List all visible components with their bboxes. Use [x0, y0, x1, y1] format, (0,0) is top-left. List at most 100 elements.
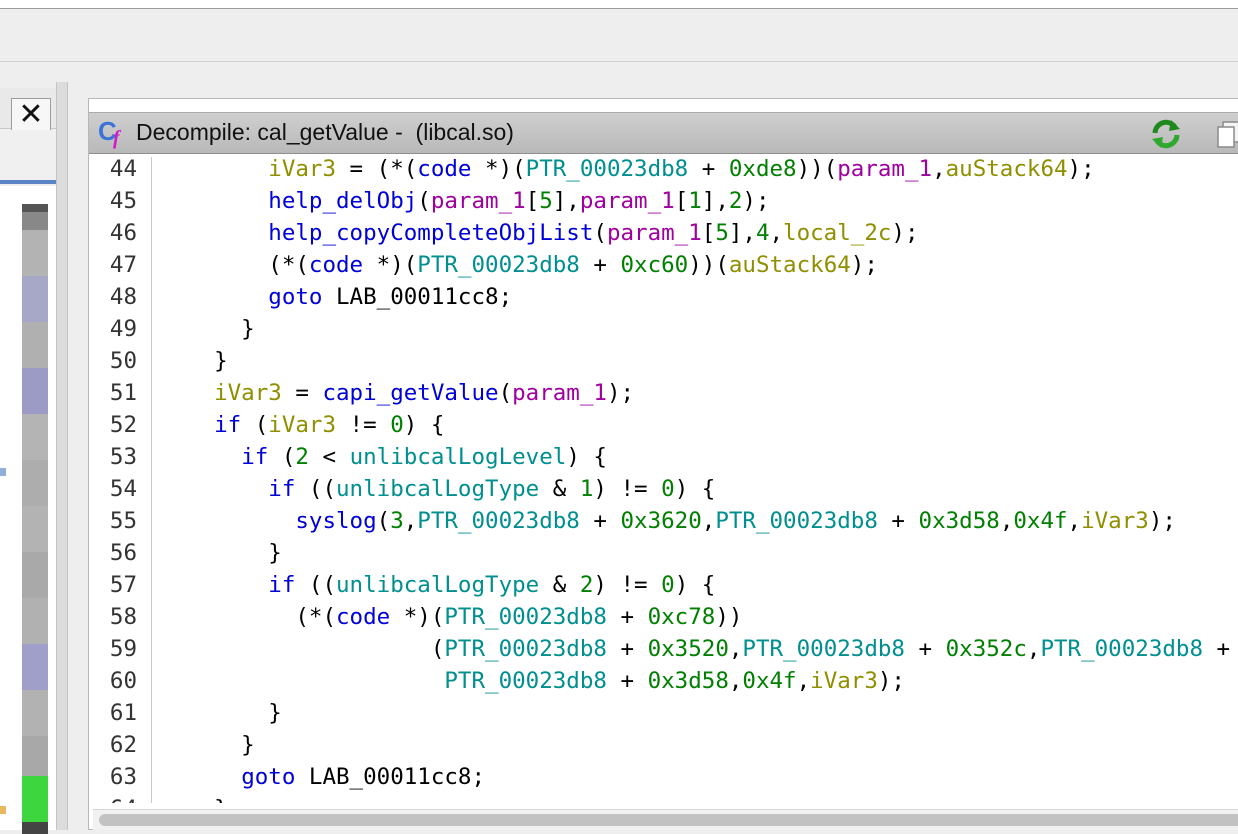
code-text[interactable]: help_delObj(param_1[5],param_1[1],2);: [187, 185, 769, 217]
overview-segment[interactable]: [22, 598, 48, 644]
code-token[interactable]: local_2c: [783, 220, 891, 246]
code-text[interactable]: }: [187, 313, 255, 345]
code-token[interactable]: ],: [702, 188, 729, 214]
snapshot-icon[interactable]: [1217, 121, 1238, 149]
code-token[interactable]: ,: [932, 157, 946, 182]
code-token[interactable]: ))(: [688, 252, 729, 278]
code-token[interactable]: ) !=: [593, 476, 661, 502]
code-token[interactable]: code: [417, 157, 471, 182]
code-token[interactable]: PTR_00023db8: [417, 508, 580, 534]
refresh-icon[interactable]: [1149, 117, 1183, 151]
code-token[interactable]: [187, 572, 268, 598]
code-token[interactable]: }: [187, 796, 228, 803]
code-token[interactable]: [187, 284, 268, 310]
code-token[interactable]: );: [1149, 508, 1176, 534]
code-token[interactable]: [187, 220, 268, 246]
code-token[interactable]: 2: [580, 572, 594, 598]
code-token[interactable]: capi_getValue: [322, 380, 498, 406]
code-token[interactable]: [: [526, 188, 540, 214]
code-token[interactable]: 0: [390, 412, 404, 438]
code-text[interactable]: if (2 < unlibcalLogLevel) {: [187, 441, 607, 473]
code-token[interactable]: PTR_00023db8: [444, 604, 607, 630]
code-token[interactable]: ],: [553, 188, 580, 214]
code-token[interactable]: 2: [729, 188, 743, 214]
code-token[interactable]: (: [241, 412, 269, 438]
panel-splitter[interactable]: [56, 82, 68, 830]
code-token[interactable]: 4: [756, 220, 770, 246]
code-token[interactable]: 0: [661, 572, 675, 598]
code-token[interactable]: PTR_00023db8: [417, 252, 580, 278]
code-token[interactable]: goto: [268, 284, 322, 310]
code-token[interactable]: [187, 668, 444, 694]
code-token[interactable]: ) {: [566, 444, 607, 470]
code-token[interactable]: param_1: [580, 188, 675, 214]
code-token[interactable]: code: [309, 252, 363, 278]
code-token[interactable]: +: [580, 508, 621, 534]
code-token[interactable]: 0xc78: [648, 604, 716, 630]
overview-segment[interactable]: [22, 460, 48, 506]
code-token[interactable]: PTR_00023db8: [526, 157, 689, 182]
code-token[interactable]: param_1: [512, 380, 607, 406]
code-token[interactable]: 0x4f: [742, 668, 796, 694]
code-token[interactable]: 0xde8: [729, 157, 797, 182]
code-token[interactable]: 0x3620: [621, 508, 702, 534]
code-token[interactable]: &: [539, 572, 580, 598]
code-text[interactable]: }: [187, 793, 228, 803]
code-token[interactable]: unlibcalLogType: [336, 476, 539, 502]
code-token[interactable]: 0xc60: [621, 252, 689, 278]
code-token[interactable]: *)(: [363, 252, 418, 278]
code-token[interactable]: }: [187, 348, 228, 374]
overview-segment[interactable]: [22, 414, 48, 460]
code-text[interactable]: (*(code *)(PTR_00023db8 + 0xc78)): [187, 601, 742, 633]
code-token[interactable]: +: [1203, 636, 1231, 662]
code-token[interactable]: syslog: [295, 508, 376, 534]
code-token[interactable]: +: [607, 668, 648, 694]
code-token[interactable]: if: [268, 476, 295, 502]
code-text[interactable]: }: [187, 537, 282, 569]
code-token[interactable]: 0x3d58: [919, 508, 1000, 534]
code-token[interactable]: (: [417, 188, 431, 214]
overview-segment[interactable]: [22, 204, 48, 212]
overview-segment[interactable]: [22, 690, 48, 736]
code-token[interactable]: 1: [580, 476, 594, 502]
code-token[interactable]: unlibcalLogType: [336, 572, 539, 598]
code-token[interactable]: [: [702, 220, 716, 246]
code-token[interactable]: 5: [715, 220, 729, 246]
listing-overview-bar[interactable]: [22, 204, 48, 834]
code-token[interactable]: goto: [241, 764, 295, 790]
code-token[interactable]: 5: [539, 188, 553, 214]
overview-segment[interactable]: [22, 276, 48, 322]
code-token[interactable]: ,: [770, 220, 784, 246]
code-token[interactable]: (*(: [187, 604, 336, 630]
code-token[interactable]: +: [688, 157, 729, 182]
code-text[interactable]: iVar3 = capi_getValue(param_1);: [187, 377, 634, 409]
code-token[interactable]: [187, 412, 214, 438]
code-token[interactable]: [187, 508, 295, 534]
code-token[interactable]: LAB_00011cc8;: [322, 284, 512, 310]
code-token[interactable]: 0x352c: [946, 636, 1027, 662]
overview-segment[interactable]: [22, 212, 48, 230]
code-token[interactable]: (: [187, 636, 445, 662]
code-token[interactable]: 0x3520: [648, 636, 729, 662]
code-text[interactable]: if ((unlibcalLogType & 2) != 0) {: [187, 569, 715, 601]
code-token[interactable]: if: [241, 444, 268, 470]
code-token[interactable]: }: [187, 700, 282, 726]
code-token[interactable]: 0x3d58: [648, 668, 729, 694]
overview-segment[interactable]: [22, 776, 48, 822]
code-text[interactable]: if ((unlibcalLogType & 1) != 0) {: [187, 473, 715, 505]
code-token[interactable]: PTR_00023db8: [1040, 636, 1203, 662]
code-token[interactable]: );: [1068, 157, 1095, 182]
horizontal-scrollbar[interactable]: [93, 809, 1238, 830]
code-token[interactable]: unlibcalLogLevel: [350, 444, 567, 470]
code-token[interactable]: ,: [702, 508, 716, 534]
code-text[interactable]: goto LAB_00011cc8;: [187, 761, 485, 793]
code-token[interactable]: code: [336, 604, 390, 630]
code-token[interactable]: LAB_00011cc8;: [295, 764, 485, 790]
left-panel-list[interactable]: [0, 186, 56, 834]
decompiled-code-view[interactable]: 44 iVar3 = (*(code *)(PTR_00023db8 + 0xd…: [93, 157, 1238, 803]
code-token[interactable]: param_1: [837, 157, 932, 182]
code-token[interactable]: }: [187, 540, 282, 566]
code-token[interactable]: auStack64: [729, 252, 851, 278]
code-token[interactable]: ))(: [797, 157, 838, 182]
code-token[interactable]: ,: [729, 668, 743, 694]
